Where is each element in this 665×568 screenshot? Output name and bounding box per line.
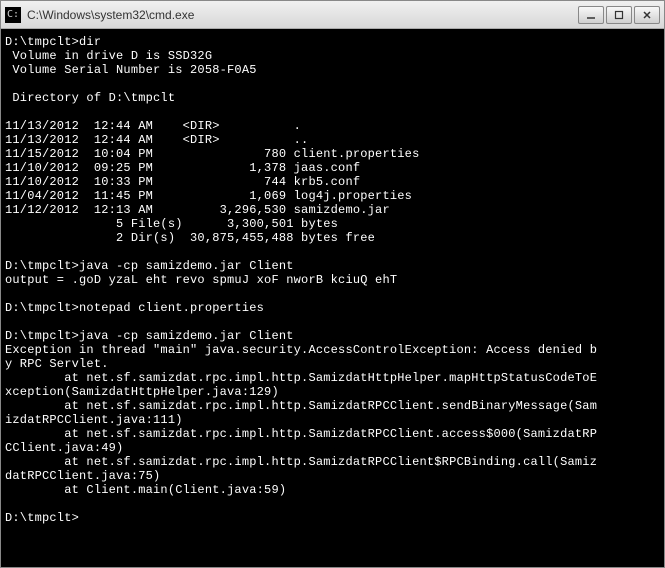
line: D:\tmpclt>dir bbox=[5, 35, 101, 49]
line: Volume in drive D is SSD32G bbox=[5, 49, 212, 63]
line: Volume Serial Number is 2058-F0A5 bbox=[5, 63, 257, 77]
window-title: C:\Windows\system32\cmd.exe bbox=[27, 8, 578, 22]
minimize-button[interactable] bbox=[578, 6, 604, 24]
line: D:\tmpclt>notepad client.properties bbox=[5, 301, 264, 315]
line: 11/13/2012 12:44 AM <DIR> . bbox=[5, 119, 301, 133]
line: 11/10/2012 09:25 PM 1,378 jaas.conf bbox=[5, 161, 360, 175]
line: 11/15/2012 10:04 PM 780 client.propertie… bbox=[5, 147, 419, 161]
cmd-icon: C: bbox=[5, 7, 21, 23]
line: at net.sf.samizdat.rpc.impl.http.Samizda… bbox=[5, 399, 597, 427]
line: output = .goD yzaL eht revo spmuJ xoF nw… bbox=[5, 273, 397, 287]
titlebar[interactable]: C: C:\Windows\system32\cmd.exe bbox=[1, 1, 664, 29]
close-button[interactable] bbox=[634, 6, 660, 24]
line: at net.sf.samizdat.rpc.impl.http.Samizda… bbox=[5, 371, 597, 399]
line: D:\tmpclt>java -cp samizdemo.jar Client bbox=[5, 259, 294, 273]
line: Directory of D:\tmpclt bbox=[5, 91, 175, 105]
line: D:\tmpclt>java -cp samizdemo.jar Client bbox=[5, 329, 294, 343]
cmd-window: C: C:\Windows\system32\cmd.exe D:\tmpclt… bbox=[0, 0, 665, 568]
line: 11/13/2012 12:44 AM <DIR> .. bbox=[5, 133, 308, 147]
line: 5 File(s) 3,300,501 bytes bbox=[5, 217, 338, 231]
line: at Client.main(Client.java:59) bbox=[5, 483, 286, 497]
maximize-button[interactable] bbox=[606, 6, 632, 24]
line: at net.sf.samizdat.rpc.impl.http.Samizda… bbox=[5, 427, 597, 455]
terminal-output[interactable]: D:\tmpclt>dir Volume in drive D is SSD32… bbox=[1, 29, 664, 567]
line: 11/12/2012 12:13 AM 3,296,530 samizdemo.… bbox=[5, 203, 390, 217]
window-controls bbox=[578, 6, 660, 24]
line: 11/10/2012 10:33 PM 744 krb5.conf bbox=[5, 175, 360, 189]
line: 2 Dir(s) 30,875,455,488 bytes free bbox=[5, 231, 375, 245]
line: 11/04/2012 11:45 PM 1,069 log4j.properti… bbox=[5, 189, 412, 203]
line: at net.sf.samizdat.rpc.impl.http.Samizda… bbox=[5, 455, 597, 483]
line: D:\tmpclt> bbox=[5, 511, 79, 525]
line: Exception in thread "main" java.security… bbox=[5, 343, 597, 371]
